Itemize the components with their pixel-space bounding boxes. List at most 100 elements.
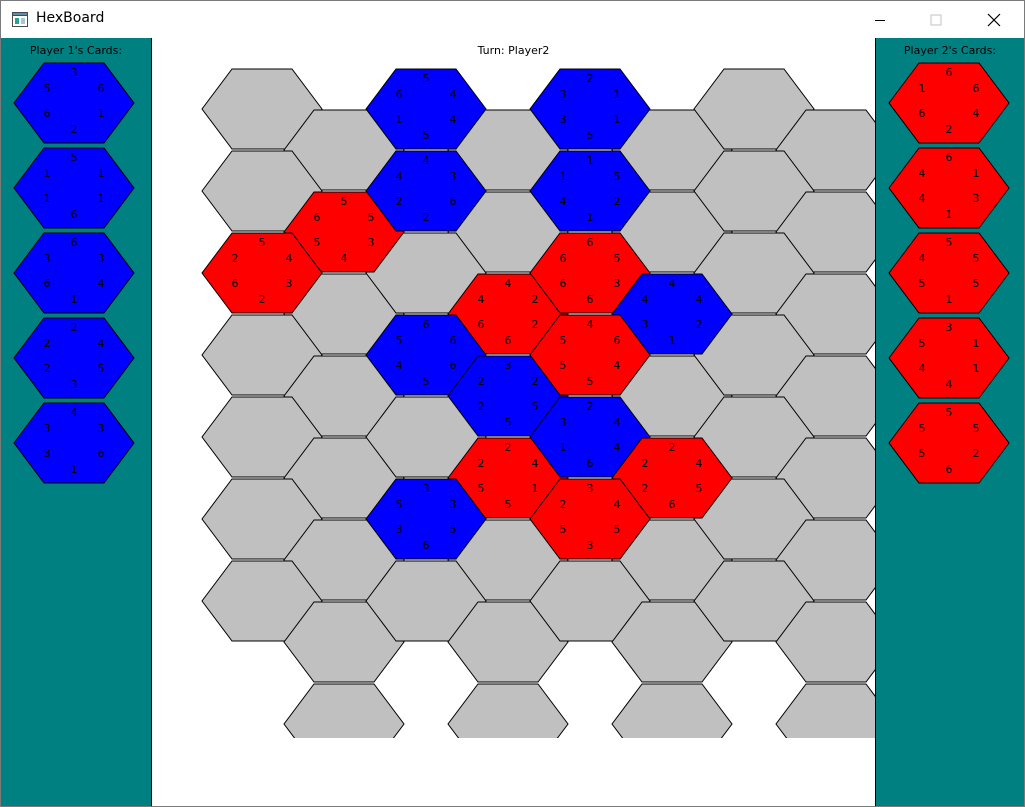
- hex-value: 3: [560, 416, 567, 429]
- hex-value: 2: [642, 482, 649, 495]
- hex-value: 5: [946, 406, 953, 419]
- hex-value: 5: [71, 151, 78, 164]
- hex-value: 4: [560, 195, 567, 208]
- hex-value: 3: [98, 422, 105, 435]
- maximize-button[interactable]: [913, 1, 959, 38]
- hex-value: 3: [587, 482, 594, 495]
- player2-card[interactable]: 5 5 5 1 5 4: [888, 232, 1010, 314]
- hex-value: 6: [44, 277, 51, 290]
- hex-value: 4: [919, 167, 926, 180]
- hex-value: 3: [505, 359, 512, 372]
- hex-value: 6: [919, 107, 926, 120]
- hex-value: 4: [669, 277, 676, 290]
- hex-value: 3: [642, 318, 649, 331]
- hex-value: 1: [71, 293, 78, 306]
- game-board: 5 4 4 5 1 6 2 1 1 5 3 3 5 5 3 4 5 6 4 3 6 2 2 4 1 5 2 1 4 1 5 4 3 2 6 2 4 2 2 6…: [201, 68, 875, 738]
- hex-value: 4: [919, 192, 926, 205]
- player1-card[interactable]: 3 6 1 2 6 5: [13, 62, 135, 144]
- hex-value: 4: [396, 359, 403, 372]
- hex-value: 1: [560, 170, 567, 183]
- hex-value: 1: [614, 88, 621, 101]
- hex-value: 1: [946, 293, 953, 306]
- hex-value: 1: [44, 167, 51, 180]
- hex-value: 6: [98, 447, 105, 460]
- hex-value: 3: [44, 422, 51, 435]
- hex-value: 6: [71, 236, 78, 249]
- player2-card[interactable]: 6 6 4 2 6 1: [888, 62, 1010, 144]
- hex-value: 1: [98, 167, 105, 180]
- hex-value: 2: [259, 293, 266, 306]
- minimize-button[interactable]: [857, 1, 903, 38]
- player2-card[interactable]: 3 1 1 4 4 5: [888, 317, 1010, 399]
- hex-value: 5: [587, 129, 594, 142]
- hex-value: 5: [973, 277, 980, 290]
- hex-value: 2: [696, 318, 703, 331]
- hex-value: 6: [946, 463, 953, 476]
- hex-value: 6: [450, 334, 457, 347]
- hex-value: 1: [560, 441, 567, 454]
- hex-value: 4: [505, 277, 512, 290]
- hex-value: 5: [560, 359, 567, 372]
- hex-value: 2: [946, 123, 953, 136]
- hex-value: 6: [946, 66, 953, 79]
- hex-value: 4: [98, 337, 105, 350]
- hex-value: 5: [44, 82, 51, 95]
- hex-value: 5: [919, 277, 926, 290]
- hex-value: 4: [478, 293, 485, 306]
- hex-value: 2: [560, 498, 567, 511]
- hex-value: 2: [71, 123, 78, 136]
- hex-value: 3: [286, 277, 293, 290]
- hex-value: 5: [919, 422, 926, 435]
- hex-value: 6: [98, 82, 105, 95]
- hex-value: 1: [98, 107, 105, 120]
- hex-value: 6: [587, 293, 594, 306]
- board-cell-empty[interactable]: [611, 683, 733, 738]
- hex-value: 1: [71, 463, 78, 476]
- hex-value: 5: [396, 498, 403, 511]
- hex-value: 5: [973, 422, 980, 435]
- hex-value: 2: [532, 318, 539, 331]
- board-cell-empty[interactable]: [775, 683, 875, 738]
- hex-value: 5: [396, 334, 403, 347]
- player1-card[interactable]: 4 3 6 1 3 3: [13, 402, 135, 484]
- hex-value: 4: [973, 107, 980, 120]
- player2-card[interactable]: 5 5 2 6 5 5: [888, 402, 1010, 484]
- maximize-icon: [930, 14, 942, 25]
- hex-value: 6: [614, 334, 621, 347]
- hex-value: 5: [614, 170, 621, 183]
- hex-value: 2: [396, 195, 403, 208]
- app-window-icon: [12, 12, 28, 27]
- close-button[interactable]: [971, 1, 1017, 38]
- hex-value: 4: [450, 113, 457, 126]
- hex-value: 6: [587, 236, 594, 249]
- hex-value: 4: [919, 362, 926, 375]
- player1-card[interactable]: 511611: [13, 147, 135, 229]
- hex-value: 6: [314, 211, 321, 224]
- hex-value: 6: [973, 82, 980, 95]
- hex-value: 5: [341, 195, 348, 208]
- player1-card[interactable]: 6 3 4 1 6 3: [13, 232, 135, 314]
- hex-value: 3: [946, 321, 953, 334]
- hex-value: 6: [946, 151, 953, 164]
- board-cell-empty[interactable]: [447, 683, 569, 738]
- hex-value: 1: [973, 337, 980, 350]
- hex-shape: [611, 683, 733, 738]
- close-icon: [987, 13, 1001, 26]
- hex-value: 2: [532, 375, 539, 388]
- board-cell-empty[interactable]: [283, 683, 405, 738]
- hex-value: 3: [98, 252, 105, 265]
- player2-card[interactable]: 6 1 3 1 4 4: [888, 147, 1010, 229]
- title-bar[interactable]: HexBoard: [1, 1, 1024, 38]
- hex-value: 1: [44, 192, 51, 205]
- hex-value: 3: [973, 192, 980, 205]
- hex-value: 6: [450, 359, 457, 372]
- hex-value: 5: [919, 337, 926, 350]
- player1-card[interactable]: 2 4 5 3 2 2: [13, 317, 135, 399]
- hex-value: 1: [587, 211, 594, 224]
- hex-value: 5: [314, 236, 321, 249]
- hex-shape: [283, 683, 405, 738]
- hex-value: 3: [560, 113, 567, 126]
- hex-value: 6: [71, 208, 78, 221]
- hex-value: 3: [396, 523, 403, 536]
- hex-value: 1: [614, 113, 621, 126]
